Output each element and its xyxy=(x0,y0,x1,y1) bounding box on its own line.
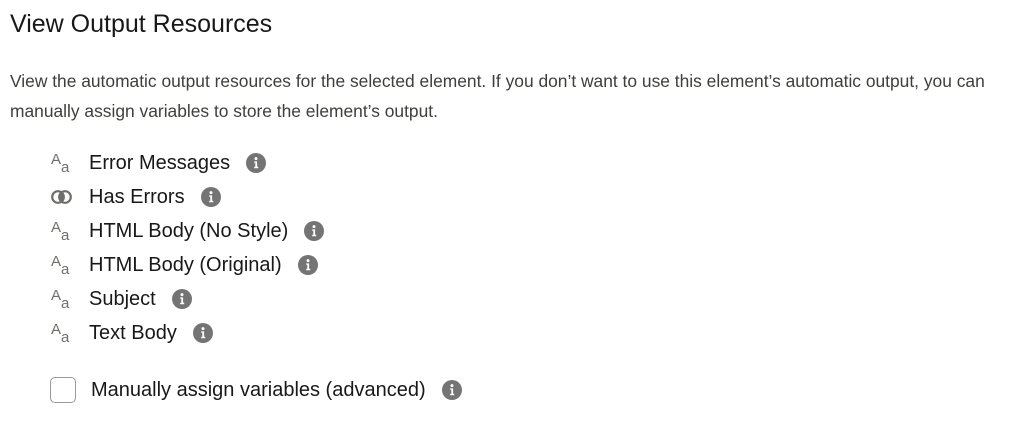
info-icon[interactable] xyxy=(246,153,267,173)
resource-label: HTML Body (Original) xyxy=(89,254,282,276)
text-type-icon: Aa xyxy=(51,219,70,244)
resource-label: Has Errors xyxy=(89,186,185,208)
info-icon[interactable] xyxy=(171,289,192,309)
resource-item-subject: Aa Subject xyxy=(50,282,1014,316)
resource-item-html-body-no-style: Aa HTML Body (No Style) xyxy=(50,214,1014,248)
info-icon[interactable] xyxy=(192,323,213,343)
manual-assign-label[interactable]: Manually assign variables (advanced) xyxy=(91,377,426,403)
resource-item-has-errors: Has Errors xyxy=(50,180,1014,214)
resource-item-html-body-original: Aa HTML Body (Original) xyxy=(50,248,1014,282)
resource-label: Text Body xyxy=(89,322,177,344)
manual-assign-row: Manually assign variables (advanced) xyxy=(50,372,1014,408)
info-icon[interactable] xyxy=(304,221,325,241)
info-icon[interactable] xyxy=(441,380,462,400)
text-type-icon: Aa xyxy=(51,151,70,176)
resource-label: Subject xyxy=(89,288,156,310)
resource-label: HTML Body (No Style) xyxy=(89,220,289,242)
info-icon[interactable] xyxy=(200,187,221,207)
section-title: View Output Resources xyxy=(10,10,273,38)
text-type-icon: Aa xyxy=(51,321,70,346)
info-icon[interactable] xyxy=(297,255,318,275)
resource-list: Aa Error Messages Has Errors A a HTML Bo… xyxy=(10,146,1014,350)
text-type-icon: Aa xyxy=(51,253,70,278)
resource-label: Error Messages xyxy=(89,152,231,174)
section-description: View the automatic output resources for … xyxy=(10,71,985,121)
resource-item-error-messages: Aa Error Messages xyxy=(50,146,1014,180)
resource-item-text-body: Aa Text Body xyxy=(50,316,1014,350)
text-type-icon: Aa xyxy=(51,287,70,312)
boolean-type-icon xyxy=(50,186,76,208)
manual-assign-checkbox[interactable] xyxy=(50,377,76,403)
output-resources-panel: View Output Resources View the automatic… xyxy=(10,0,1014,408)
